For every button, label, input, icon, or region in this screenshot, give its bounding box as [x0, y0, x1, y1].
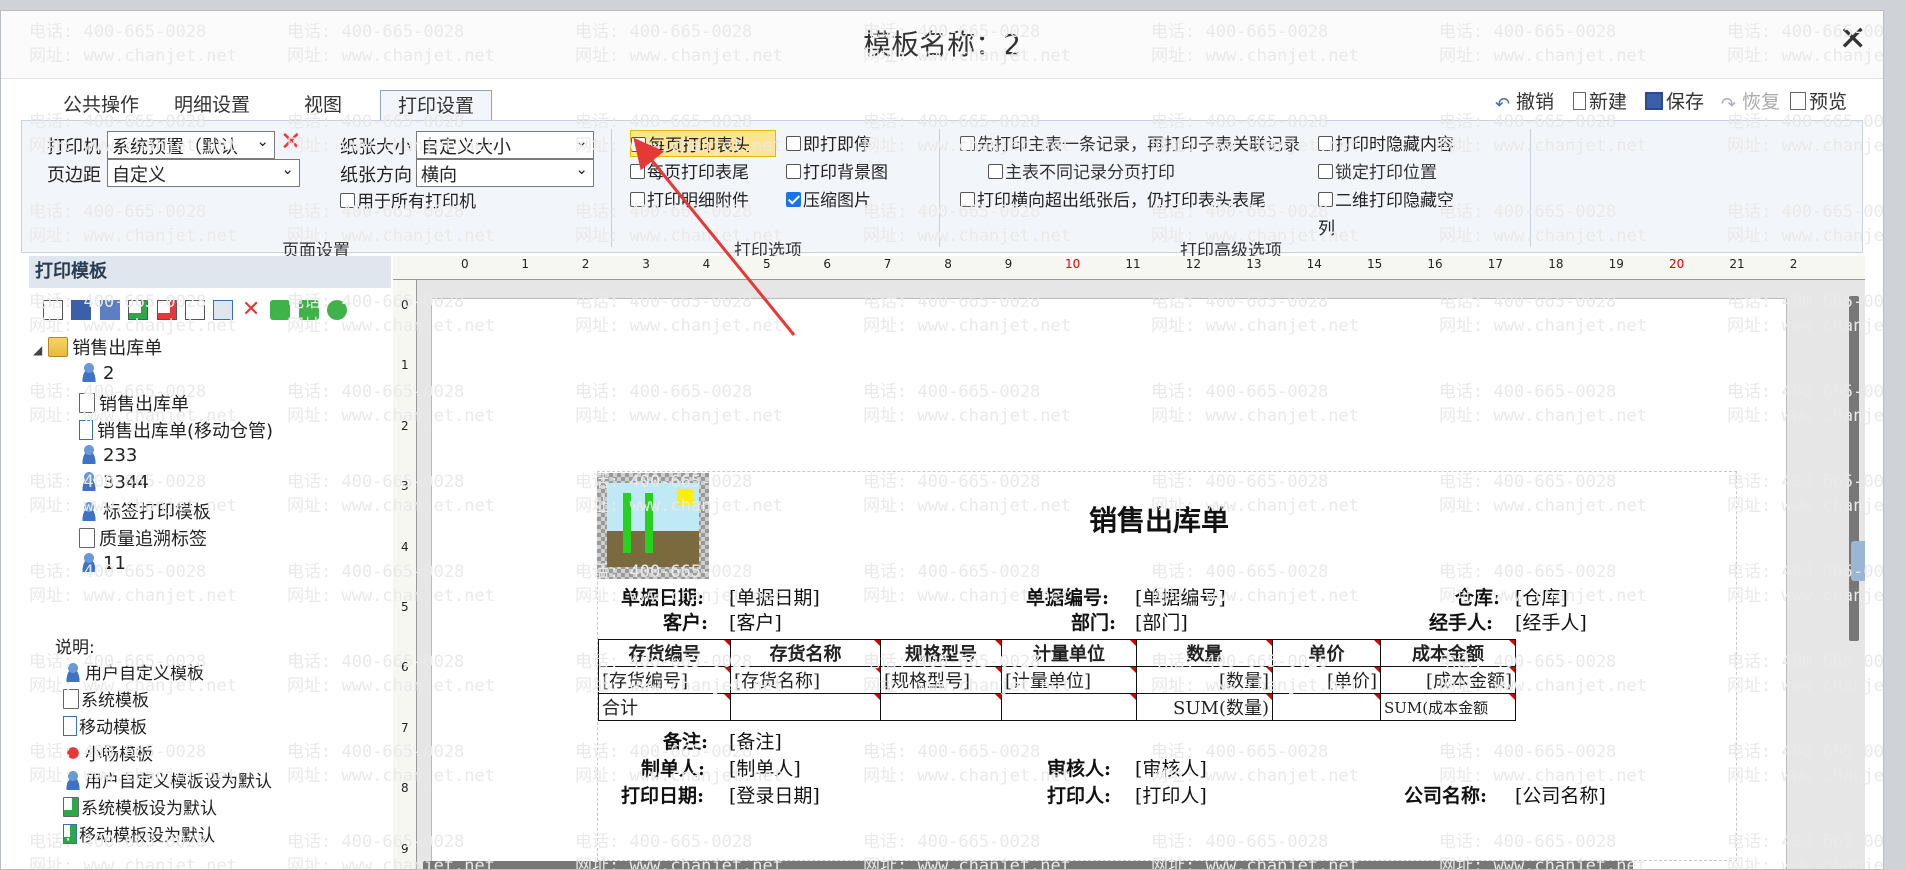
template-dialog: 模板名称：2 ✕ 公共操作 明细设置 视图 打印设置 ↶ 撤销 新建 保存 ↷ 恢复… — [0, 10, 1884, 870]
annotation-arrow — [633, 137, 796, 336]
red-arrow — [633, 137, 796, 336]
